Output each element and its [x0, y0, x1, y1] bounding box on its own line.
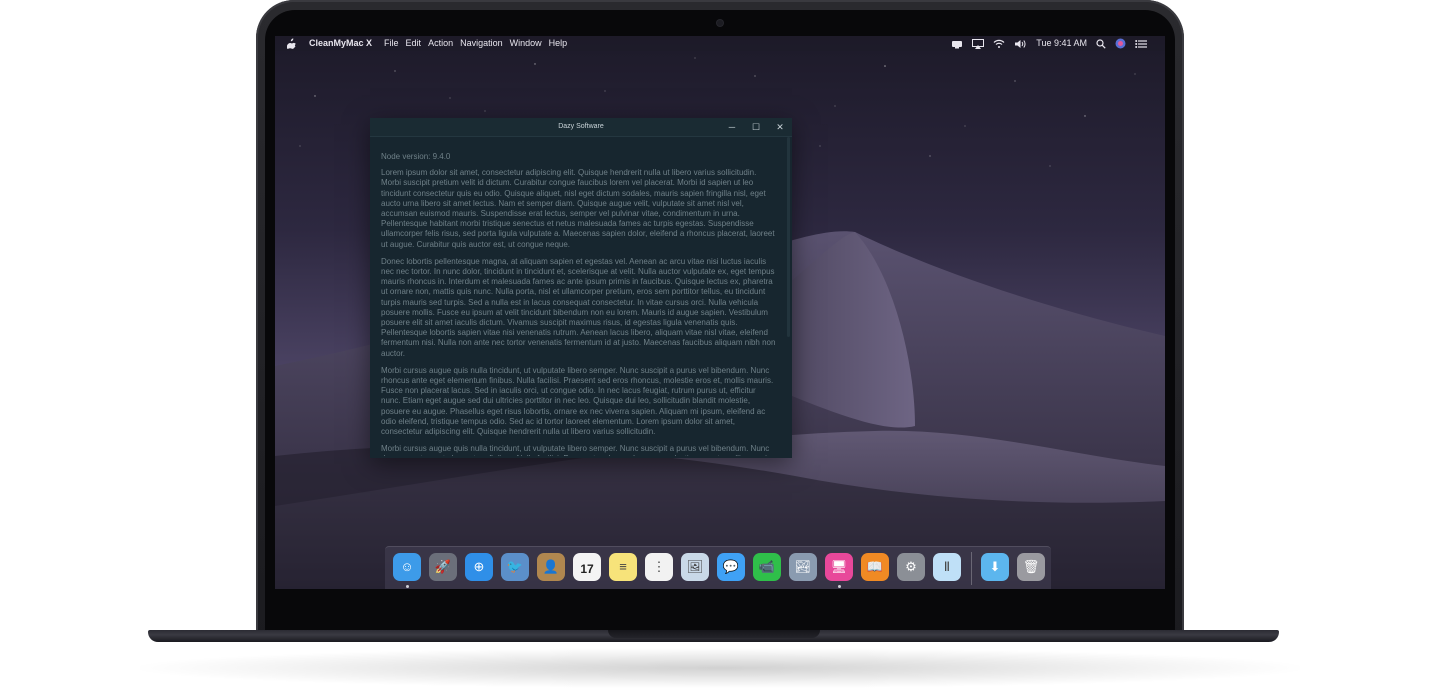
- menu-app-name[interactable]: CleanMyMac X: [309, 36, 372, 52]
- dock-glyph: 🗑: [1022, 559, 1040, 574]
- menu-edit[interactable]: Edit: [406, 36, 422, 52]
- dock-glyph: ⋮: [652, 559, 666, 574]
- dock-glyph: 🖼: [686, 559, 704, 574]
- downloads-folder-icon[interactable]: ⬇: [981, 553, 1009, 581]
- dock-separator: [971, 552, 972, 585]
- paragraph: Lorem ipsum dolor sit amet, consectetur …: [381, 168, 775, 249]
- airplay-icon[interactable]: [972, 38, 985, 49]
- preview-icon[interactable]: 🖼: [681, 553, 709, 581]
- dock-glyph: ☺: [400, 559, 414, 574]
- notification-center-icon[interactable]: [1135, 39, 1147, 49]
- close-button[interactable]: ✕: [774, 121, 786, 133]
- finder-icon[interactable]: ☺: [393, 553, 421, 581]
- reminders-icon[interactable]: ⋮: [645, 553, 673, 581]
- dock-glyph: ≡: [619, 559, 627, 574]
- menu-clock[interactable]: Tue 9:41 AM: [1036, 36, 1087, 51]
- trash-icon[interactable]: 🗑: [1017, 553, 1045, 581]
- photo-browser-icon[interactable]: 🐦: [501, 553, 529, 581]
- dock-glyph: 💬: [722, 559, 740, 574]
- siri-icon[interactable]: [1115, 38, 1126, 49]
- messages-icon[interactable]: 💬: [717, 553, 745, 581]
- system-preferences-icon[interactable]: ⚙: [897, 553, 925, 581]
- menu-window[interactable]: Window: [510, 36, 542, 52]
- app-store-icon[interactable]: Ⅱ: [933, 553, 961, 581]
- dock-glyph: 🐦: [506, 559, 524, 574]
- dock-glyph: 17: [580, 562, 594, 576]
- laptop-base-notch: [608, 630, 820, 638]
- dock-glyph: 📖: [866, 559, 884, 574]
- notifications-icon[interactable]: [951, 39, 963, 49]
- facetime-icon[interactable]: 📹: [753, 553, 781, 581]
- paragraph: Morbi cursus augue quis nulla tincidunt,…: [381, 365, 774, 437]
- running-indicator: [406, 585, 409, 588]
- books-icon[interactable]: 📖: [861, 553, 889, 581]
- cleanmymac-icon[interactable]: 🖥: [825, 553, 853, 581]
- dock-glyph: 🖥: [830, 559, 848, 574]
- search-icon[interactable]: [1096, 38, 1106, 49]
- dock-glyph: ⚙: [905, 559, 917, 574]
- window-content: Node version: 9.4.0 Lorem ipsum dolor si…: [381, 152, 777, 456]
- running-indicator: [838, 585, 841, 588]
- dock-glyph: Ⅱ: [943, 559, 951, 574]
- minimize-button[interactable]: ─: [726, 121, 738, 133]
- menu-help[interactable]: Help: [549, 36, 568, 52]
- dock-glyph: ⬇: [989, 559, 1001, 574]
- safari-icon[interactable]: ⊕: [465, 553, 493, 581]
- paragraph: Morbi cursus augue quis nulla tincidunt,…: [381, 444, 773, 456]
- camera-icon: [717, 20, 723, 26]
- menu-navigation[interactable]: Navigation: [460, 36, 503, 52]
- menu-file[interactable]: File: [384, 36, 399, 52]
- calendar-icon[interactable]: 17: [573, 553, 601, 581]
- launchpad-icon[interactable]: 🚀: [429, 553, 457, 581]
- dock-glyph: 📹: [758, 559, 776, 574]
- contacts-icon[interactable]: 👤: [537, 553, 565, 581]
- scrollbar[interactable]: [787, 137, 790, 337]
- maximize-button[interactable]: ☐: [750, 121, 762, 133]
- dock-glyph: 👤: [542, 559, 560, 574]
- paragraph: Donec lobortis pellentesque magna, at al…: [381, 256, 776, 358]
- menu-action[interactable]: Action: [428, 36, 453, 52]
- dock-glyph: ⊕: [473, 559, 485, 574]
- volume-icon[interactable]: [1014, 39, 1027, 49]
- window-titlebar[interactable]: Dazy Software ─ ☐ ✕: [370, 118, 792, 137]
- wifi-icon[interactable]: [993, 39, 1005, 49]
- menu-bar: CleanMyMac X File Edit Action Navigation…: [275, 36, 1165, 51]
- apple-icon[interactable]: [286, 38, 297, 54]
- floor-shadow: [140, 648, 1300, 688]
- app-window: Dazy Software ─ ☐ ✕ Node version: 9.4.0 …: [370, 118, 792, 458]
- notes-icon[interactable]: ≡: [609, 553, 637, 581]
- dock: ☺ 🚀 ⊕ 🐦 👤 17 ≡ ⋮ 🖼 💬 📹 🏞 🖥 📖 ⚙ Ⅱ ⬇ 🗑: [385, 546, 1051, 589]
- desktop-screen: CleanMyMac X File Edit Action Navigation…: [275, 36, 1165, 589]
- image-capture-icon[interactable]: 🏞: [789, 553, 817, 581]
- dock-glyph: 🚀: [434, 559, 452, 574]
- dock-glyph: 🏞: [794, 559, 812, 574]
- node-version-text: Node version: 9.4.0: [381, 152, 451, 161]
